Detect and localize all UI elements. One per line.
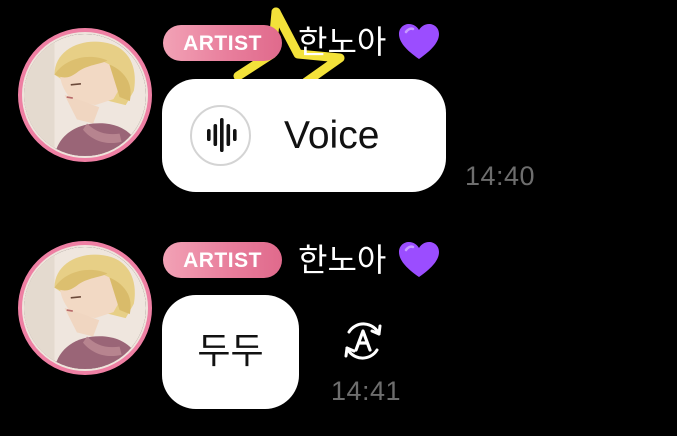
- sender-name: 한노아: [298, 241, 387, 279]
- chat-message: ARTIST 한노아 두두 14:41: [0, 232, 677, 436]
- avatar[interactable]: [18, 241, 152, 375]
- purple-heart-icon: [398, 23, 440, 61]
- avatar[interactable]: [18, 28, 152, 162]
- purple-heart-icon: [398, 241, 440, 279]
- chat-message: ARTIST 한노아 Voice 14:40: [0, 0, 677, 210]
- artist-badge: ARTIST: [163, 25, 282, 61]
- voice-play-button[interactable]: [190, 105, 251, 166]
- text-message-bubble[interactable]: 두두: [162, 295, 299, 409]
- chat-screen: ARTIST 한노아 Voice 14:40 ARTIST 한노아 두두 14:…: [0, 0, 677, 436]
- artist-portrait: [24, 34, 146, 156]
- artist-portrait: [24, 247, 146, 369]
- translate-button[interactable]: [338, 316, 388, 366]
- sender-name: 한노아: [298, 23, 387, 61]
- translate-icon: [344, 322, 382, 360]
- voice-label: Voice: [284, 114, 380, 157]
- message-timestamp: 14:40: [465, 161, 536, 191]
- voice-message-bubble[interactable]: Voice: [162, 79, 446, 192]
- message-timestamp: 14:41: [331, 376, 402, 406]
- artist-badge: ARTIST: [163, 242, 282, 278]
- voice-waveform-icon: [207, 118, 237, 152]
- message-text: 두두: [197, 331, 264, 372]
